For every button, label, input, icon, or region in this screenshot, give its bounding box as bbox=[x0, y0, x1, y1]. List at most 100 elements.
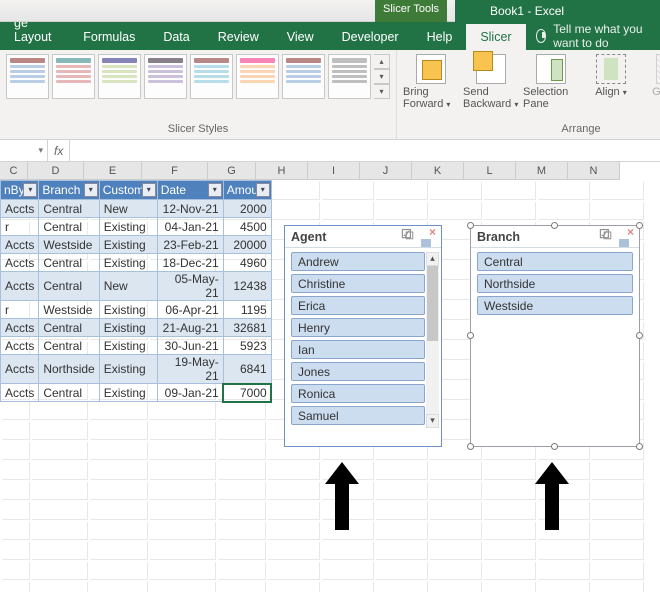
table-cell[interactable]: Existing bbox=[99, 319, 157, 337]
data-table[interactable]: nBy▾Branch▾Custom▾Date▾Amoun▾AcctsCentra… bbox=[0, 180, 272, 402]
table-header[interactable]: Amoun▾ bbox=[223, 181, 271, 200]
table-cell[interactable]: Central bbox=[39, 319, 99, 337]
slicer-style-thumb[interactable] bbox=[52, 54, 95, 99]
table-cell[interactable]: r bbox=[1, 301, 39, 319]
column-header[interactable]: C bbox=[0, 162, 28, 180]
table-cell[interactable]: Central bbox=[39, 254, 99, 272]
table-cell[interactable]: Central bbox=[39, 337, 99, 355]
scroll-thumb[interactable] bbox=[427, 266, 438, 341]
table-cell[interactable]: Existing bbox=[99, 355, 157, 384]
table-cell[interactable]: 04-Jan-21 bbox=[157, 218, 223, 236]
table-row[interactable]: rWestsideExisting06-Apr-211195 bbox=[1, 301, 272, 319]
table-cell[interactable]: Central bbox=[39, 218, 99, 236]
scroll-up-button[interactable]: ▴ bbox=[426, 252, 439, 266]
table-cell[interactable]: 4500 bbox=[223, 218, 271, 236]
table-cell[interactable]: 4960 bbox=[223, 254, 271, 272]
column-headers[interactable]: CDEFGHIJKLMN bbox=[0, 162, 620, 180]
table-row[interactable]: AcctsCentralNew05-May-2112438 bbox=[1, 272, 272, 301]
tab-formulas[interactable]: Formulas bbox=[69, 24, 149, 50]
table-cell[interactable]: Accts bbox=[1, 254, 39, 272]
table-cell[interactable]: Accts bbox=[1, 355, 39, 384]
table-cell[interactable]: Accts bbox=[1, 236, 39, 254]
slicer-item[interactable]: Andrew bbox=[291, 252, 425, 271]
filter-dropdown-icon[interactable]: ▾ bbox=[256, 183, 270, 197]
column-header[interactable]: N bbox=[568, 162, 620, 180]
slicer-item[interactable]: Erica bbox=[291, 296, 425, 315]
table-cell[interactable]: Accts bbox=[1, 384, 39, 402]
slicer-scrollbar[interactable]: ▴ ▾ bbox=[426, 252, 439, 428]
table-row[interactable]: AcctsNorthsideExisting19-May-216841 bbox=[1, 355, 272, 384]
slicer-item[interactable]: Central bbox=[477, 252, 633, 271]
table-row[interactable]: AcctsCentralNew12-Nov-212000 bbox=[1, 200, 272, 218]
table-cell[interactable]: 30-Jun-21 bbox=[157, 337, 223, 355]
gallery-row-down[interactable]: ▾ bbox=[374, 69, 390, 84]
table-row[interactable]: AcctsCentralExisting21-Aug-2132681 bbox=[1, 319, 272, 337]
column-header[interactable]: J bbox=[360, 162, 412, 180]
table-row[interactable]: AcctsCentralExisting30-Jun-215923 bbox=[1, 337, 272, 355]
resize-handle[interactable] bbox=[467, 332, 474, 339]
table-cell[interactable]: r bbox=[1, 218, 39, 236]
filter-dropdown-icon[interactable]: ▾ bbox=[142, 183, 156, 197]
scroll-down-button[interactable]: ▾ bbox=[426, 414, 439, 428]
table-cell[interactable]: Accts bbox=[1, 319, 39, 337]
slicer-header[interactable]: Branch bbox=[471, 226, 639, 248]
table-cell[interactable]: 23-Feb-21 bbox=[157, 236, 223, 254]
resize-handle[interactable] bbox=[467, 222, 474, 229]
slicer-agent[interactable]: Agent AndrewChristineEricaHenryIanJonesR… bbox=[284, 225, 442, 447]
resize-handle[interactable] bbox=[636, 332, 643, 339]
tab-data[interactable]: Data bbox=[149, 24, 203, 50]
table-cell[interactable]: 32681 bbox=[223, 319, 271, 337]
filter-dropdown-icon[interactable]: ▾ bbox=[23, 183, 37, 197]
column-header[interactable]: K bbox=[412, 162, 464, 180]
table-cell[interactable]: Existing bbox=[99, 254, 157, 272]
fx-icon[interactable]: fx bbox=[48, 140, 70, 161]
slicer-style-thumb[interactable] bbox=[190, 54, 233, 99]
table-cell[interactable]: 06-Apr-21 bbox=[157, 301, 223, 319]
align-button[interactable]: Align ▾ bbox=[583, 54, 639, 110]
resize-handle[interactable] bbox=[636, 443, 643, 450]
table-cell[interactable]: 12438 bbox=[223, 272, 271, 301]
table-cell[interactable]: Westside bbox=[39, 236, 99, 254]
table-cell[interactable]: 2000 bbox=[223, 200, 271, 218]
column-header[interactable]: E bbox=[84, 162, 142, 180]
table-header[interactable]: Date▾ bbox=[157, 181, 223, 200]
tab-view[interactable]: View bbox=[273, 24, 328, 50]
column-header[interactable]: L bbox=[464, 162, 516, 180]
slicer-item[interactable]: Jones bbox=[291, 362, 425, 381]
table-cell[interactable]: Central bbox=[39, 384, 99, 402]
filter-dropdown-icon[interactable]: ▾ bbox=[208, 183, 222, 197]
table-cell[interactable]: Existing bbox=[99, 218, 157, 236]
table-cell[interactable]: New bbox=[99, 272, 157, 301]
resize-handle[interactable] bbox=[636, 222, 643, 229]
resize-handle[interactable] bbox=[551, 222, 558, 229]
slicer-header[interactable]: Agent bbox=[285, 226, 441, 248]
table-cell[interactable]: Existing bbox=[99, 337, 157, 355]
gallery-more-button[interactable]: ▾ bbox=[374, 84, 390, 99]
column-header[interactable]: M bbox=[516, 162, 568, 180]
resize-handle[interactable] bbox=[467, 443, 474, 450]
table-row[interactable]: AcctsCentralExisting09-Jan-217000 bbox=[1, 384, 272, 402]
column-header[interactable]: D bbox=[28, 162, 84, 180]
table-cell[interactable]: 7000 bbox=[223, 384, 271, 402]
slicer-item[interactable]: Henry bbox=[291, 318, 425, 337]
table-header[interactable]: Branch▾ bbox=[39, 181, 99, 200]
table-cell[interactable]: 5923 bbox=[223, 337, 271, 355]
table-cell[interactable]: 19-May-21 bbox=[157, 355, 223, 384]
table-header[interactable]: nBy▾ bbox=[1, 181, 39, 200]
gallery-row-up[interactable]: ▴ bbox=[374, 54, 390, 69]
table-cell[interactable]: Central bbox=[39, 272, 99, 301]
tab-developer[interactable]: Developer bbox=[328, 24, 413, 50]
table-cell[interactable]: 18-Dec-21 bbox=[157, 254, 223, 272]
table-cell[interactable]: 12-Nov-21 bbox=[157, 200, 223, 218]
slicer-item[interactable]: Samuel bbox=[291, 406, 425, 425]
table-cell[interactable]: Existing bbox=[99, 384, 157, 402]
slicer-item[interactable]: Christine bbox=[291, 274, 425, 293]
slicer-item[interactable]: Ronica bbox=[291, 384, 425, 403]
slicer-branch[interactable]: Branch CentralNorthsideWestside bbox=[470, 225, 640, 447]
table-row[interactable]: rCentralExisting04-Jan-214500 bbox=[1, 218, 272, 236]
worksheet-grid[interactable]: CDEFGHIJKLMN nBy▾Branch▾Custom▾Date▾Amou… bbox=[0, 162, 660, 592]
multi-select-icon[interactable] bbox=[598, 229, 614, 245]
table-cell[interactable]: Northside bbox=[39, 355, 99, 384]
table-cell[interactable]: Accts bbox=[1, 337, 39, 355]
table-row[interactable]: AcctsCentralExisting18-Dec-214960 bbox=[1, 254, 272, 272]
